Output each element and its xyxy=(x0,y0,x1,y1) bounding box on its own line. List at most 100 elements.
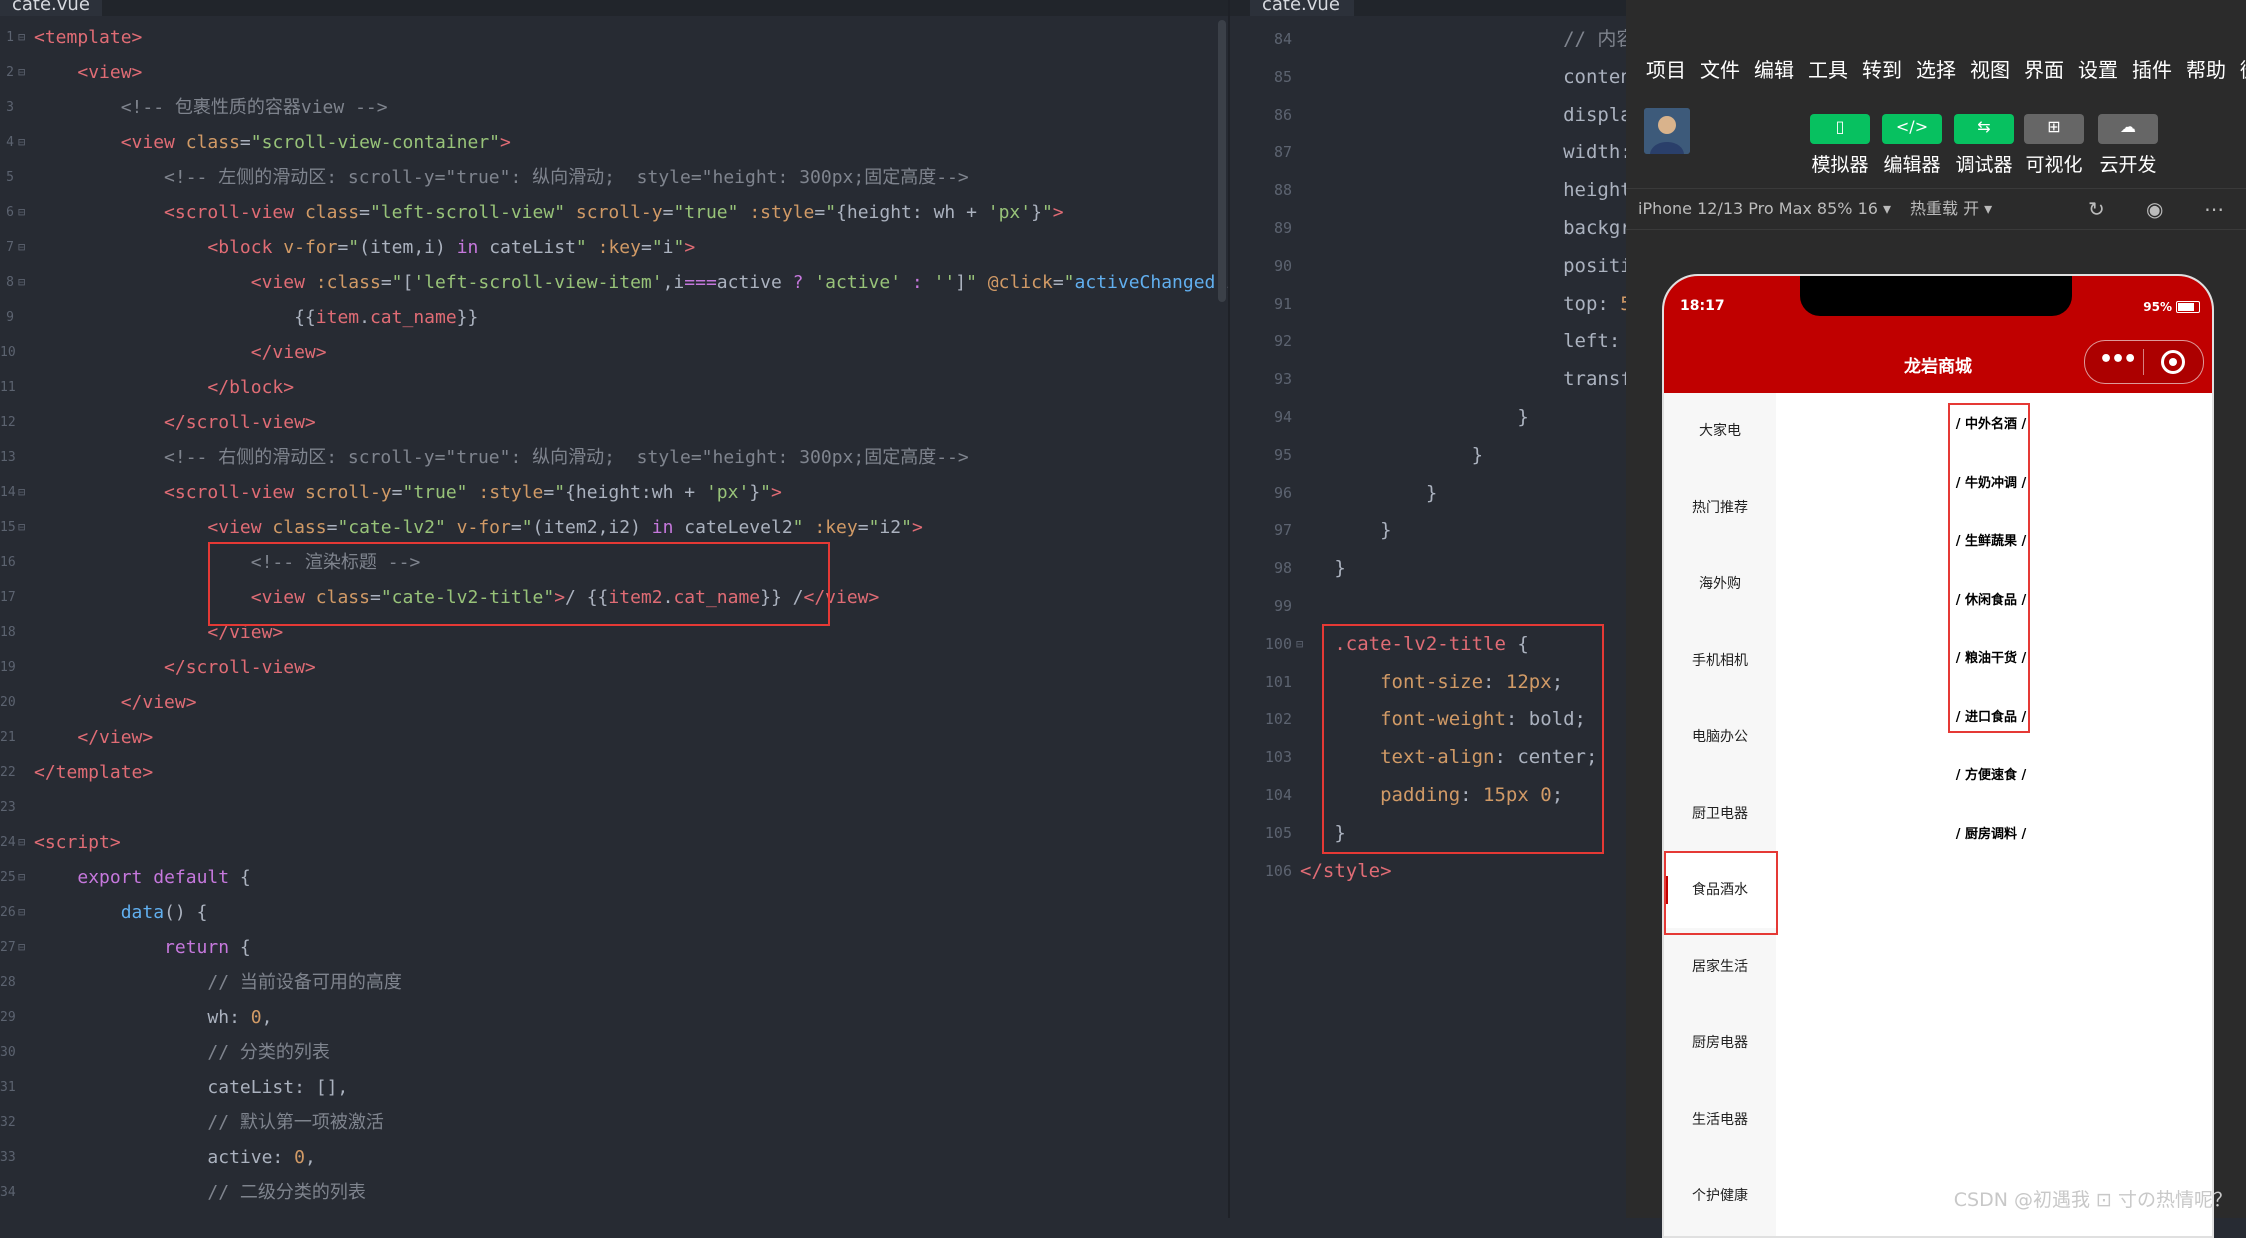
refresh-icon[interactable]: ↻ xyxy=(2088,189,2105,229)
云开发-button[interactable]: ☁ xyxy=(2098,114,2158,144)
code-line[interactable]: 29 wh: 0, xyxy=(0,1000,1228,1035)
code-line[interactable]: 11 </block> xyxy=(0,370,1228,405)
left-scroll-view-item[interactable]: 居家生活 xyxy=(1664,929,1776,1005)
fold-icon[interactable]: ⊟ xyxy=(18,55,25,90)
menu-item[interactable]: 文件 xyxy=(1700,52,1740,88)
code-line[interactable]: 87 width: xyxy=(1230,133,1628,171)
menu-item[interactable]: 视图 xyxy=(1970,52,2010,88)
fold-icon[interactable]: ⊟ xyxy=(18,20,25,55)
toolbar-label[interactable]: 云开发 xyxy=(2088,150,2168,177)
code-line[interactable]: 106 </style> xyxy=(1230,852,1628,890)
code-line[interactable]: 6 ⊟ <scroll-view class="left-scroll-view"… xyxy=(0,195,1228,230)
code-line[interactable]: 4 ⊟ <view class="scroll-view-container"> xyxy=(0,125,1228,160)
code-line[interactable]: 25 ⊟ export default { xyxy=(0,860,1228,895)
code-line[interactable]: 27 ⊟ return { xyxy=(0,930,1228,965)
toolbar-label[interactable]: 调试器 xyxy=(1944,150,2024,177)
code-line[interactable]: 94 } xyxy=(1230,398,1628,436)
code-line[interactable]: 85 content xyxy=(1230,58,1628,96)
code-line[interactable]: 97 } xyxy=(1230,511,1628,549)
tab-cate-vue-right[interactable]: cate.vue xyxy=(1250,0,1354,16)
code-line[interactable]: 88 height: xyxy=(1230,171,1628,209)
menu-item[interactable]: 编辑 xyxy=(1754,52,1794,88)
编辑器-button[interactable]: </> xyxy=(1882,114,1942,144)
code-line[interactable]: 93 transfo xyxy=(1230,360,1628,398)
fold-icon[interactable]: ⊟ xyxy=(18,930,25,965)
menu-item[interactable]: 转到 xyxy=(1862,52,1902,88)
fold-icon[interactable]: ⊟ xyxy=(18,860,25,895)
code-line[interactable]: 5 <!-- 左侧的滑动区: scroll-y="true": 纵向滑动; st… xyxy=(0,160,1228,195)
code-line[interactable]: 12 </scroll-view> xyxy=(0,405,1228,440)
fold-icon[interactable]: ⊟ xyxy=(18,195,25,230)
code-line[interactable]: 20 </view> xyxy=(0,685,1228,720)
more-icon[interactable]: ⋯ xyxy=(2204,189,2224,229)
left-editor-pane[interactable]: cate.vue 1 ⊟ <template> 2 ⊟ <view> 3 <!-- 包裹性… xyxy=(0,0,1228,1218)
left-scrollbar[interactable] xyxy=(1218,20,1226,302)
fold-icon[interactable]: ⊟ xyxy=(18,825,25,860)
stop-icon[interactable]: ◉ xyxy=(2146,189,2163,229)
left-scroll-view-item[interactable]: 热门推荐 xyxy=(1664,470,1776,546)
code-line[interactable]: 28 // 当前设备可用的高度 xyxy=(0,965,1228,1000)
fold-icon[interactable]: ⊟ xyxy=(18,265,25,300)
code-line[interactable]: 92 left: 0 xyxy=(1230,322,1628,360)
code-line[interactable]: 2 ⊟ <view> xyxy=(0,55,1228,90)
code-line[interactable]: 98 } xyxy=(1230,549,1628,587)
cate-lv2-title[interactable]: / 厨房调料 / xyxy=(1948,823,2034,842)
模拟器-button[interactable]: ▯ xyxy=(1810,114,1870,144)
code-line[interactable]: 7 ⊟ <block v-for="(item,i) in cateList" :… xyxy=(0,230,1228,265)
code-line[interactable]: 95 } xyxy=(1230,436,1628,474)
toolbar-label[interactable]: 模拟器 xyxy=(1800,150,1880,177)
code-line[interactable]: 3 <!-- 包裹性质的容器view --> xyxy=(0,90,1228,125)
code-line[interactable]: 23 xyxy=(0,790,1228,825)
menu-item[interactable]: 帮助 xyxy=(2186,52,2226,88)
code-line[interactable]: 84 // 内容节点: 空格 xyxy=(1230,20,1628,58)
left-scroll-view-item[interactable]: 个护健康 xyxy=(1664,1158,1776,1234)
menu-item[interactable]: 插件 xyxy=(2132,52,2172,88)
menu-item[interactable]: 项目 xyxy=(1646,52,1686,88)
toolbar-label[interactable]: 编辑器 xyxy=(1872,150,1952,177)
code-line[interactable]: 34 // 二级分类的列表 xyxy=(0,1175,1228,1210)
left-scroll-view[interactable]: 大家电 热门推荐 海外购 手机相机 电脑办公 厨卫电器 食品酒水 居家生活 厨房电器 生活电器 个护… xyxy=(1664,393,1776,1236)
left-scroll-view-item[interactable]: 厨卫电器 xyxy=(1664,776,1776,852)
code-line[interactable]: 26 ⊟ data() { xyxy=(0,895,1228,930)
code-line[interactable]: 10 </view> xyxy=(0,335,1228,370)
code-line[interactable]: 24 ⊟ <script> xyxy=(0,825,1228,860)
code-line[interactable]: 91 top: 50 xyxy=(1230,285,1628,323)
fold-icon[interactable]: ⊟ xyxy=(18,230,25,265)
code-line[interactable]: 19 </scroll-view> xyxy=(0,650,1228,685)
capsule-more-icon[interactable]: ••• xyxy=(2099,347,2137,372)
code-line[interactable]: 33 active: 0, xyxy=(0,1140,1228,1175)
left-scroll-view-item[interactable]: 大家电 xyxy=(1664,393,1776,469)
fold-icon[interactable]: ⊟ xyxy=(18,475,25,510)
capsule-button[interactable]: ••• xyxy=(2084,340,2204,384)
code-line[interactable]: 8 ⊟ <view :class="['left-scroll-view-item… xyxy=(0,265,1228,300)
left-scroll-view-item[interactable]: 电脑办公 xyxy=(1664,699,1776,775)
menu-item[interactable]: 工具 xyxy=(1808,52,1848,88)
fold-icon[interactable]: ⊟ xyxy=(18,510,25,545)
code-line[interactable]: 14 ⊟ <scroll-view scroll-y="true" :style=… xyxy=(0,475,1228,510)
cate-lv2-title[interactable]: / 方便速食 / xyxy=(1948,764,2034,783)
tab-cate-vue-left[interactable]: cate.vue xyxy=(0,0,102,16)
toolbar-label[interactable]: 可视化 xyxy=(2014,150,2094,177)
code-line[interactable]: 90 positio xyxy=(1230,247,1628,285)
fold-icon[interactable]: ⊟ xyxy=(18,895,25,930)
left-scroll-view-item[interactable]: 厨房电器 xyxy=(1664,1005,1776,1081)
device-select[interactable]: iPhone 12/13 Pro Max 85% 16 ▾ xyxy=(1638,189,1891,229)
capsule-close-icon[interactable] xyxy=(2161,350,2185,374)
menu-item[interactable]: 选择 xyxy=(1916,52,1956,88)
code-line[interactable]: 13 <!-- 右侧的滑动区: scroll-y="true": 纵向滑动; s… xyxy=(0,440,1228,475)
code-line[interactable]: 22 </template> xyxy=(0,755,1228,790)
调试器-button[interactable]: ⇆ xyxy=(1954,114,2014,144)
code-line[interactable]: 96 } xyxy=(1230,474,1628,512)
menu-item[interactable]: 微 xyxy=(2240,52,2246,88)
code-line[interactable]: 99 xyxy=(1230,587,1628,625)
code-line[interactable]: 9 {{item.cat_name}} xyxy=(0,300,1228,335)
hot-reload-toggle[interactable]: 热重载 开 ▾ xyxy=(1910,189,1992,229)
left-scroll-view-item[interactable]: 手机相机 xyxy=(1664,623,1776,699)
code-line[interactable]: 1 ⊟ <template> xyxy=(0,20,1228,55)
code-line[interactable]: 31 cateList: [], xyxy=(0,1070,1228,1105)
code-line[interactable]: 32 // 默认第一项被激活 xyxy=(0,1105,1228,1140)
left-scroll-view-item[interactable]: 生活电器 xyxy=(1664,1082,1776,1158)
right-editor-pane[interactable]: cate.vue 84 // 内容节点: 空格85 content86 disp… xyxy=(1228,0,1628,1218)
code-line[interactable]: 30 // 分类的列表 xyxy=(0,1035,1228,1070)
fold-icon[interactable]: ⊟ xyxy=(18,125,25,160)
